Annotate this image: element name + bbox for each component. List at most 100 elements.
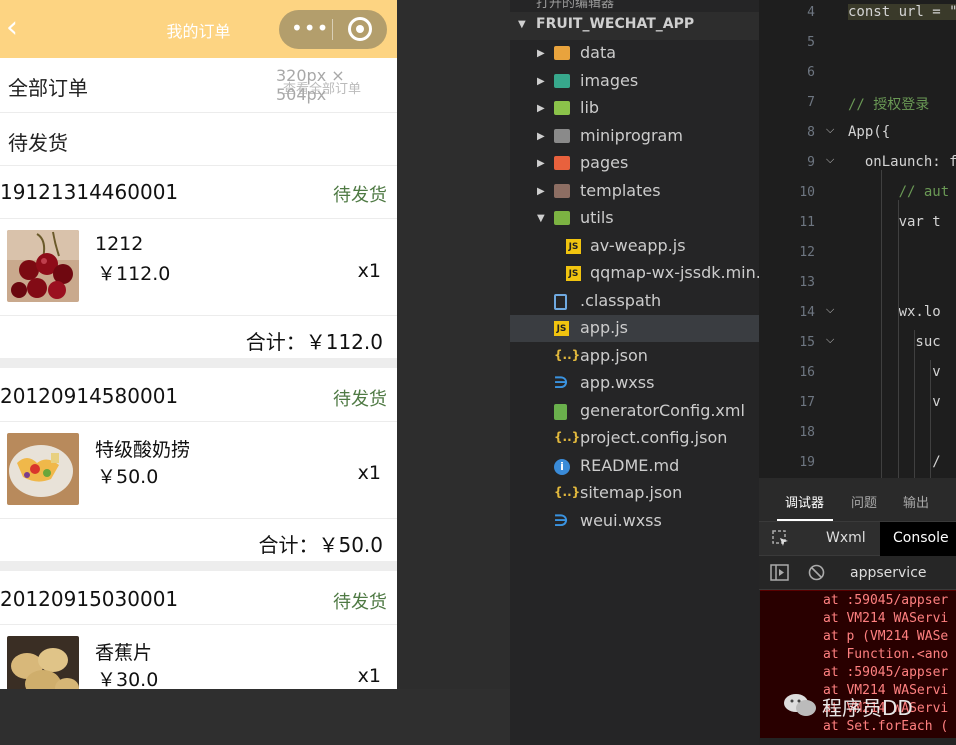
line-number: 15 [799,335,815,350]
open-editors-header[interactable]: 打开的编辑器 [536,0,614,11]
code-line: App({ [848,124,891,140]
product-thumbnail-banana-chips [7,636,79,689]
stack-frame[interactable]: at Set.forEach ( [823,719,948,734]
order-status: 待发货 [333,592,387,613]
more-icon[interactable]: ••• [291,18,328,40]
simulator-gutter [397,0,510,689]
line-number: 19 [799,455,815,470]
stack-frame[interactable]: at p (VM214 WASe [823,629,948,644]
code-line: / [848,454,941,470]
product-price: ￥50.0 [97,466,159,488]
code-line: onLaunch: f [848,154,956,170]
clear-console-icon[interactable] [808,564,825,581]
product-name: 香蕉片 [95,642,153,664]
stylesheet-file-icon: ∋ [554,373,569,392]
stack-frame[interactable]: at Function.<ano [823,647,948,662]
tree-item-label: data [580,43,617,62]
tree-item-pages[interactable] [510,150,759,177]
order-item[interactable]: 香蕉片 ￥30.0 x1 [0,625,397,689]
tree-item-label: images [580,70,639,90]
tree-item-label: qqmap-wx-jssdk.min.js [590,263,774,282]
stack-frame[interactable]: at VM214 WAServi [823,611,948,626]
folder-icon [554,211,570,225]
fold-toggle-icon[interactable]: ⌵ [826,303,834,317]
product-name: 1212 [95,233,144,255]
line-number: 8 [807,125,815,140]
simulator-screen: ‹ 我的订单 ••• 全部订单 查看全部订单 320px × 504px 待发货… [0,0,397,689]
line-number: 6 [807,65,815,80]
capsule-menu[interactable]: ••• [279,10,387,49]
stack-frame[interactable]: at :59045/appser [823,593,948,608]
active-tab-indicator [777,519,833,521]
capsule-divider [332,19,333,40]
indent-guide [898,200,899,478]
javascript-file-icon: JS [554,321,569,336]
order-footer: 合计：￥112.0 [0,316,397,358]
code-line: v [848,364,941,380]
close-mini-program-icon[interactable] [348,17,372,41]
tree-item-label: lib [580,98,600,117]
product-quantity: x1 [357,462,381,484]
product-quantity: x1 [357,260,381,282]
tab-problems[interactable]: 问题 [851,492,877,511]
tab-all-orders-label: 全部订单 [8,76,88,100]
tree-item-utils[interactable] [510,205,759,232]
order-header: 19121314460001 待发货 [0,166,397,219]
javascript-file-icon: JS [566,238,581,254]
fold-toggle-icon[interactable]: ⌵ [826,123,834,137]
tab-debugger[interactable]: 调试器 [785,492,824,511]
folder-icon [554,73,570,88]
order-number: 20120914580001 [0,384,179,408]
order-separator [0,358,397,368]
line-number: 14 [799,305,815,320]
sidebar-toggle-icon[interactable] [770,564,789,581]
tab-output[interactable]: 输出 [903,492,929,511]
watermark: 程序员DD [782,690,942,720]
json-file-icon: {..} [554,485,581,499]
tree-item-label: README.md [580,455,680,475]
tree-item-label: weui.wxss [580,510,662,530]
order-status: 待发货 [333,389,387,410]
tree-item-label: av-weapp.js [590,235,686,255]
chevron-down-icon[interactable]: ▼ [518,19,526,30]
tree-item-label: sitemap.json [580,483,683,502]
tree-item-data[interactable] [510,40,759,67]
tab-pending-label: 待发货 [8,131,68,155]
context-selector[interactable]: appservice [850,565,927,581]
tab-pending[interactable]: 待发货 [0,113,397,166]
tree-item-label: utils [580,208,614,227]
order-item[interactable]: 特级酸奶捞 ￥50.0 x1 [0,422,397,519]
fold-toggle-icon[interactable]: ⌵ [826,153,834,167]
tab-wxml[interactable]: Wxml [826,530,866,546]
indent-guide [930,360,931,478]
line-number: 5 [807,35,815,50]
folder-icon [554,101,570,115]
order-status: 待发货 [333,185,387,206]
json-file-icon: {..} [554,430,581,444]
navigation-bar: ‹ 我的订单 ••• [0,0,397,58]
tree-item-label: generatorConfig.xml [580,400,745,420]
indent-guide [914,330,915,478]
line-number: 9 [807,155,815,170]
file-icon [554,293,567,310]
inspect-element-icon[interactable] [772,530,790,548]
tree-item-app-js[interactable] [510,315,759,342]
code-line: // aut [848,184,950,200]
line-number: 7 [807,95,815,110]
xml-file-icon [554,403,567,420]
order-item[interactable]: 1212 ￥112.0 x1 [0,219,397,316]
tree-item-label: templates [580,180,661,200]
simulator-background [0,689,510,745]
tree-item-lib[interactable] [510,95,759,122]
tree-item-label: .classpath [580,290,662,310]
project-name: FRUIT_WECHAT_APP [536,16,695,32]
tab-console-label: Console [893,530,949,546]
indent-guide [881,170,882,478]
line-number: 16 [799,365,815,380]
order-header: 20120914580001 待发货 [0,368,397,422]
javascript-file-icon: JS [566,266,581,281]
fold-toggle-icon[interactable]: ⌵ [826,333,834,347]
tree-item-label: app.js [580,318,628,337]
folder-icon [554,46,570,60]
stack-frame[interactable]: at :59045/appser [823,665,948,680]
